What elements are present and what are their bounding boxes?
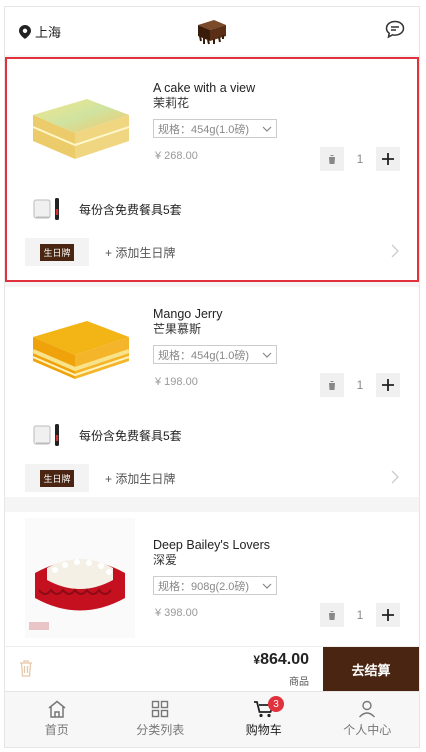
product-name-cn: 深爱 bbox=[153, 553, 178, 567]
product-name-en: Deep Bailey's Lovers bbox=[153, 538, 271, 552]
spec-select[interactable]: 规格：454g(1.0磅) bbox=[153, 119, 277, 138]
total-price: ¥864.00 bbox=[253, 651, 309, 669]
tableware-note: 每份含免费餐具5套 bbox=[33, 423, 182, 447]
plus-icon bbox=[382, 609, 394, 621]
quantity-value: 1 bbox=[356, 608, 364, 622]
quantity-stepper: 1 bbox=[320, 373, 400, 397]
product-price: ¥ 198.00 bbox=[155, 376, 198, 388]
chevron-down-icon bbox=[262, 352, 272, 358]
increment-button[interactable] bbox=[376, 603, 400, 627]
trash-icon bbox=[328, 154, 336, 164]
product-image bbox=[32, 99, 130, 159]
tableware-label: 每份含免费餐具5套 bbox=[79, 202, 182, 217]
delete-button[interactable] bbox=[320, 373, 344, 397]
add-birthday-card-link[interactable]: + 添加生日牌 bbox=[105, 470, 175, 487]
chevron-right-icon bbox=[391, 470, 399, 484]
plus-icon bbox=[382, 153, 394, 165]
cart-item[interactable]: Mango Jerry 芒果慕斯 规格：454g(1.0磅) ¥ 198.00 … bbox=[5, 287, 419, 497]
goods-label: 商品 bbox=[289, 677, 309, 688]
tableware-icon bbox=[33, 198, 59, 220]
birthday-tag: 生日牌 bbox=[40, 469, 74, 487]
chevron-right-icon bbox=[391, 244, 399, 258]
spec-label: 规格：454g(1.0磅) bbox=[158, 123, 250, 136]
total-amount: 864.00 bbox=[260, 651, 309, 668]
tableware-label: 每份含免费餐具5套 bbox=[79, 428, 182, 443]
spec-select[interactable]: 规格：908g(2.0磅) bbox=[153, 576, 277, 595]
delete-button[interactable] bbox=[320, 147, 344, 171]
chevron-down-icon bbox=[262, 126, 272, 132]
tab-categories[interactable]: 分类列表 bbox=[109, 692, 213, 747]
trash-icon bbox=[328, 610, 336, 620]
tab-home[interactable]: 首页 bbox=[5, 692, 109, 747]
spec-label: 规格：908g(2.0磅) bbox=[158, 580, 250, 593]
location-label: 上海 bbox=[35, 25, 62, 40]
increment-button[interactable] bbox=[376, 147, 400, 171]
increment-button[interactable] bbox=[376, 373, 400, 397]
product-name-en: Mango Jerry bbox=[153, 307, 223, 321]
trash-icon bbox=[328, 380, 336, 390]
plus-icon bbox=[382, 379, 394, 391]
brand-logo[interactable] bbox=[196, 17, 228, 52]
product-image bbox=[32, 321, 130, 379]
user-icon bbox=[359, 700, 376, 718]
tab-label: 个人中心 bbox=[343, 723, 392, 737]
tab-label: 购物车 bbox=[245, 723, 282, 737]
product-price: ¥ 398.00 bbox=[155, 607, 198, 619]
tableware-note: 每份含免费餐具5套 bbox=[33, 197, 182, 221]
birthday-tag: 生日牌 bbox=[40, 243, 74, 261]
app-frame: 上海 A cake with a view 茉莉花 规格：454g(1.0磅) … bbox=[4, 6, 420, 748]
quantity-value: 1 bbox=[356, 152, 364, 166]
tab-cart[interactable]: 3 购物车 bbox=[212, 692, 316, 747]
delete-button[interactable] bbox=[320, 603, 344, 627]
product-name-cn: 芒果慕斯 bbox=[153, 322, 202, 336]
clear-cart-button[interactable] bbox=[19, 660, 33, 682]
location-pin-icon bbox=[19, 24, 31, 39]
tab-label: 首页 bbox=[44, 723, 69, 737]
product-name-en: A cake with a view bbox=[153, 81, 256, 95]
header: 上海 bbox=[5, 7, 419, 55]
quantity-stepper: 1 bbox=[320, 603, 400, 627]
cart-item[interactable]: Deep Bailey's Lovers 深爱 规格：908g(2.0磅) ¥ … bbox=[5, 512, 419, 646]
spec-label: 规格：454g(1.0磅) bbox=[158, 349, 250, 362]
quantity-stepper: 1 bbox=[320, 147, 400, 171]
home-icon bbox=[48, 700, 66, 718]
checkout-button[interactable]: 去结算 bbox=[323, 647, 419, 692]
cart-item[interactable]: A cake with a view 茉莉花 规格：454g(1.0磅) ¥ 2… bbox=[5, 57, 419, 282]
grid-icon bbox=[152, 700, 169, 718]
trash-icon bbox=[20, 660, 32, 677]
spec-select[interactable]: 规格：454g(1.0磅) bbox=[153, 345, 277, 364]
product-image bbox=[25, 518, 135, 638]
birthday-tag-wrap: 生日牌 bbox=[25, 238, 89, 266]
tableware-icon bbox=[33, 424, 59, 446]
tab-profile[interactable]: 个人中心 bbox=[316, 692, 420, 747]
product-price: ¥ 268.00 bbox=[155, 150, 198, 162]
location-selector[interactable]: 上海 bbox=[19, 22, 61, 41]
cart-badge: 3 bbox=[268, 696, 284, 712]
add-birthday-card-link[interactable]: + 添加生日牌 bbox=[105, 244, 175, 261]
message-icon[interactable] bbox=[385, 20, 405, 44]
birthday-tag-wrap: 生日牌 bbox=[25, 464, 89, 492]
product-name-cn: 茉莉花 bbox=[153, 96, 190, 110]
tab-label: 分类列表 bbox=[136, 723, 185, 737]
quantity-value: 1 bbox=[356, 378, 364, 392]
checkout-bar: ¥864.00 商品 去结算 bbox=[5, 646, 419, 692]
tab-bar: 首页 分类列表 3 购物车 个人中心 bbox=[5, 691, 420, 747]
birthday-card-row[interactable]: 生日牌 + 添加生日牌 bbox=[25, 238, 399, 266]
birthday-card-row[interactable]: 生日牌 + 添加生日牌 bbox=[25, 464, 399, 492]
chevron-down-icon bbox=[262, 583, 272, 589]
